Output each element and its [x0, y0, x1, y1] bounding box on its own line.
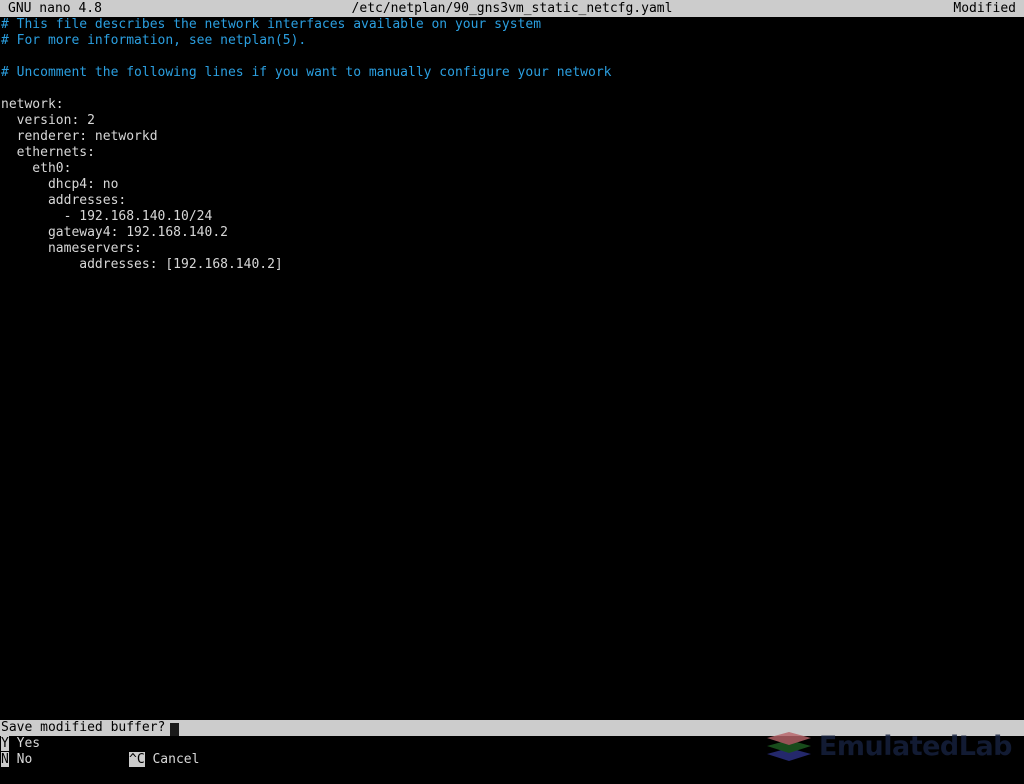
title-bar: GNU nano 4.8 /etc/netplan/90_gns3vm_stat…: [0, 0, 1024, 17]
modified-status-label: Modified: [953, 1, 1016, 16]
shortcut-row-2: N No ^C Cancel: [0, 752, 1024, 768]
editor-line: # Uncomment the following lines if you w…: [1, 65, 612, 80]
save-prompt-question: Save modified buffer?: [1, 720, 174, 735]
editor-line: renderer: networkd: [1, 129, 158, 144]
shortcut-key: N: [1, 752, 9, 767]
editor-line: # This file describes the network interf…: [1, 17, 542, 32]
shortcut-item[interactable]: N No: [1, 752, 33, 768]
editor-line: ethernets:: [1, 145, 95, 160]
shortcut-item[interactable]: ^C Cancel: [129, 752, 200, 768]
nano-terminal-screen: GNU nano 4.8 /etc/netplan/90_gns3vm_stat…: [0, 0, 1024, 768]
shortcut-key: ^C: [129, 752, 145, 767]
editor-line: gateway4: 192.168.140.2: [1, 225, 228, 240]
shortcut-key: Y: [1, 736, 9, 751]
editor-line: nameservers:: [1, 241, 142, 256]
shortcut-label: Cancel: [144, 752, 200, 767]
editor-line: - 192.168.140.10/24: [1, 209, 213, 224]
shortcut-bar: Y Yes N No ^C Cancel: [0, 736, 1024, 768]
shortcut-label: No: [8, 752, 33, 767]
filename-label: /etc/netplan/90_gns3vm_static_netcfg.yam…: [351, 1, 673, 16]
shortcut-item[interactable]: Y Yes: [1, 736, 41, 752]
text-cursor: [170, 723, 179, 736]
shortcut-label: Yes: [8, 736, 41, 751]
editor-line: addresses: [192.168.140.2]: [1, 257, 283, 272]
editor-line: addresses:: [1, 193, 127, 208]
editor-line: # For more information, see netplan(5).: [1, 33, 307, 48]
save-prompt-bar: Save modified buffer?: [0, 720, 1024, 736]
shortcut-row-1: Y Yes: [0, 736, 1024, 752]
editor-line: network:: [1, 97, 64, 112]
editor-text-area[interactable]: # This file describes the network interf…: [0, 17, 1024, 720]
editor-line: eth0:: [1, 161, 72, 176]
editor-line: dhcp4: no: [1, 177, 119, 192]
editor-line: version: 2: [1, 113, 95, 128]
